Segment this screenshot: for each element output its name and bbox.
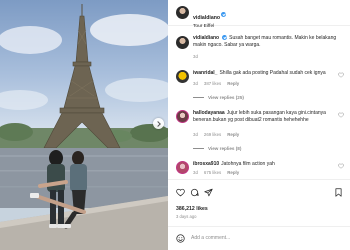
avatar[interactable] [176, 110, 189, 123]
comment-username[interactable]: iwanridal_ [193, 70, 217, 76]
comment-text: Shilla gak ada posting Padahal sudah cek… [219, 70, 326, 76]
post-photo[interactable] [0, 0, 168, 250]
likes-count[interactable]: 386,212 likes [176, 206, 208, 212]
reply-button[interactable]: Reply [227, 81, 239, 86]
heart-icon[interactable] [338, 112, 344, 118]
reply-button[interactable]: Reply [227, 170, 239, 175]
emoji-icon[interactable] [176, 234, 185, 243]
comment-age: 3d [193, 132, 198, 137]
caption-meta: 3d [193, 54, 204, 59]
comment-age: 3d [193, 81, 198, 86]
comment-body: iwanridal_ Shilla gak ada posting Padahal… [193, 70, 341, 77]
instagram-post: vidialdiano Tour Eiffel vidialdiano Susah… [0, 0, 350, 250]
comment-likes[interactable]: 269 likes [204, 132, 221, 137]
comment-icon[interactable] [190, 188, 199, 197]
post-actions: 386,212 likes 3 days ago [168, 179, 350, 219]
comment-meta: 3d 269 likes Reply [193, 132, 245, 137]
post-date: 3 days ago [176, 214, 197, 219]
comment-meta: 3d 675 likes Reply [193, 170, 245, 175]
view-replies-button[interactable]: View replies (25) [193, 95, 244, 100]
comment-body: ibrosxa910 Jatohnya film action yah [193, 161, 341, 168]
heart-icon[interactable] [176, 188, 185, 197]
post-caption: vidialdiano Susah banget mau romantis. Ma… [193, 34, 348, 49]
heart-icon[interactable] [338, 163, 344, 169]
eiffel-tower-photo [0, 4, 168, 250]
avatar[interactable] [176, 161, 189, 174]
verified-badge-icon [222, 34, 228, 40]
caption-username[interactable]: vidialdiano [193, 35, 219, 41]
comment-meta: 3d 387 likes Reply [193, 81, 245, 86]
comment-likes[interactable]: 387 likes [204, 81, 221, 86]
avatar[interactable] [176, 70, 189, 83]
author-username[interactable]: vidialdiano [193, 15, 220, 21]
comment-username[interactable]: hallodayanaa [193, 110, 225, 116]
bookmark-icon[interactable] [334, 188, 343, 197]
avatar[interactable] [176, 6, 189, 19]
verified-badge-icon [221, 11, 227, 17]
avatar[interactable] [176, 36, 189, 49]
reply-button[interactable]: Reply [227, 132, 239, 137]
comment-age: 3d [193, 170, 198, 175]
heart-icon[interactable] [338, 72, 344, 78]
comment-text: Jatohnya film action yah [221, 161, 275, 167]
chevron-right-icon[interactable] [153, 118, 164, 129]
comment-composer: Add a comment... [168, 226, 350, 250]
caption-age: 3d [193, 54, 198, 59]
view-replies-button[interactable]: View replies (8) [193, 146, 241, 151]
comment-likes[interactable]: 675 likes [204, 170, 221, 175]
post-details-panel: vidialdiano Tour Eiffel vidialdiano Susah… [168, 0, 350, 250]
share-icon[interactable] [204, 188, 213, 197]
add-comment-input[interactable]: Add a comment... [191, 235, 230, 241]
comment-body: hallodayanaa Jujur lebih suka pasangan ka… [193, 110, 341, 124]
comment-username[interactable]: ibrosxa910 [193, 161, 219, 167]
post-header: vidialdiano Tour Eiffel [168, 0, 350, 29]
post-location[interactable]: Tour Eiffel [193, 24, 226, 29]
